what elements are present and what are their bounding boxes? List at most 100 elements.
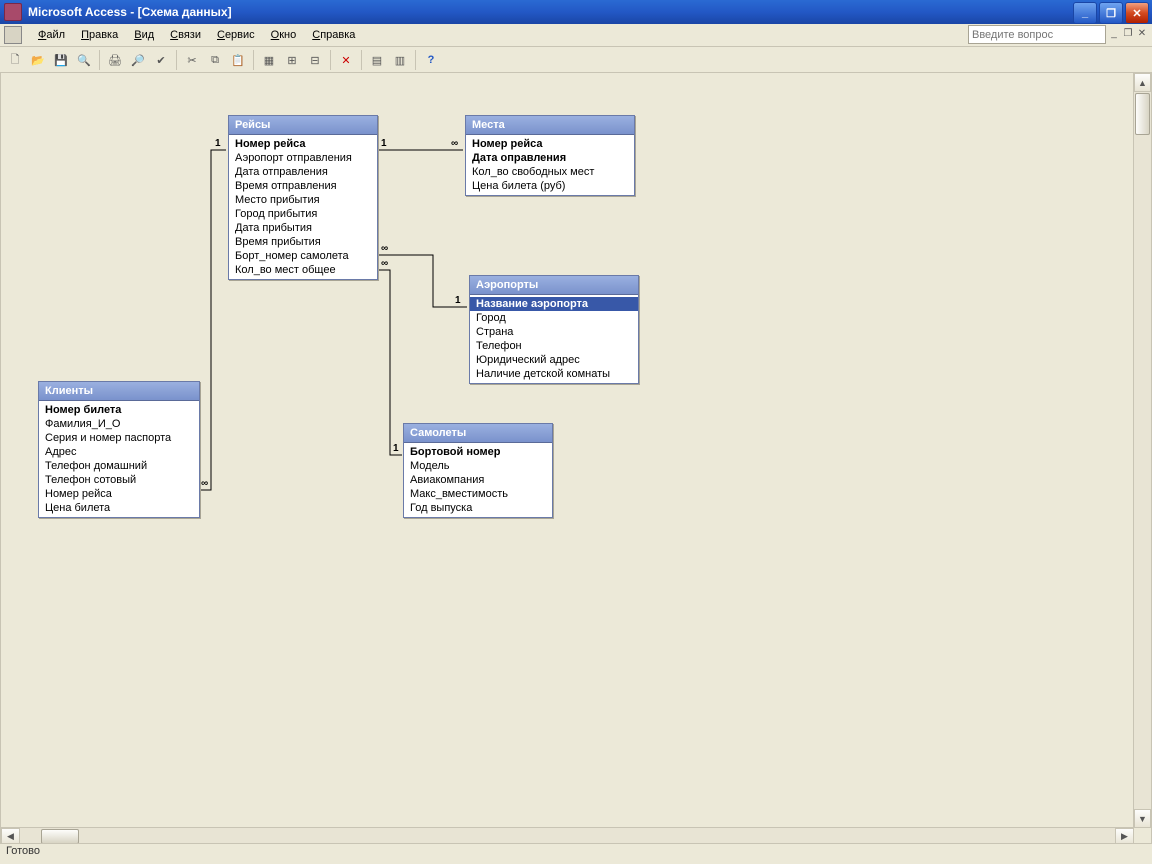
help-icon[interactable]: ? <box>420 49 442 71</box>
menu-view[interactable]: Вид <box>126 27 162 43</box>
field-row[interactable]: Борт_номер самолета <box>229 249 377 263</box>
vertical-scrollbar[interactable]: ▲ ▼ <box>1133 73 1151 828</box>
field-row[interactable]: Время прибытия <box>229 235 377 249</box>
menu-help[interactable]: Справка <box>304 27 363 43</box>
maximize-button[interactable]: ❐ <box>1099 2 1123 24</box>
field-row[interactable]: Дата оправления <box>466 151 634 165</box>
field-row[interactable]: Адрес <box>39 445 199 459</box>
field-row[interactable]: Номер рейса <box>229 137 377 151</box>
copy-icon[interactable]: ⧉ <box>204 49 226 71</box>
scroll-thumb[interactable] <box>41 829 79 844</box>
close-button[interactable]: ✕ <box>1125 2 1149 24</box>
table-clients[interactable]: Клиенты Номер билетаФамилия_И_ОСерия и н… <box>38 381 200 518</box>
table-title[interactable]: Рейсы <box>229 116 377 135</box>
menu-file[interactable]: Файл <box>30 27 73 43</box>
cardinality-label: 1 <box>381 138 387 149</box>
menubar: Файл Правка Вид Связи Сервис Окно Справк… <box>0 24 1152 47</box>
field-row[interactable]: Макс_вместимость <box>404 487 552 501</box>
field-row[interactable]: Дата прибытия <box>229 221 377 235</box>
scroll-up-arrow-icon[interactable]: ▲ <box>1134 73 1151 92</box>
show-all-icon[interactable]: ⊟ <box>304 49 326 71</box>
field-row[interactable]: Телефон <box>470 339 638 353</box>
table-title[interactable]: Клиенты <box>39 382 199 401</box>
toolbar: 🗋 📂 💾 🔍 🖨 🔎 ✔ ✂ ⧉ 📋 ▦ ⊞ ⊟ ✕ ▤ ▥ ? <box>0 47 1152 74</box>
field-row[interactable]: Телефон домашний <box>39 459 199 473</box>
table-airports[interactable]: Аэропорты Название аэропортаГородСтранаТ… <box>469 275 639 384</box>
new-object-icon[interactable]: ▥ <box>389 49 411 71</box>
delete-icon[interactable]: ✕ <box>335 49 357 71</box>
field-row[interactable]: Наличие детской комнаты <box>470 367 638 381</box>
field-row[interactable]: Город прибытия <box>229 207 377 221</box>
field-row[interactable]: Кол_во свободных мест <box>466 165 634 179</box>
field-row[interactable]: Юридический адрес <box>470 353 638 367</box>
open-icon[interactable]: 📂 <box>27 49 49 71</box>
table-title[interactable]: Аэропорты <box>470 276 638 295</box>
menu-edit-label: равка <box>89 29 118 41</box>
show-table-icon[interactable]: ▦ <box>258 49 280 71</box>
field-row[interactable]: Год выпуска <box>404 501 552 515</box>
window-title: Microsoft Access - [Схема данных] <box>28 5 232 19</box>
mdi-child-icon[interactable] <box>4 26 22 44</box>
field-row[interactable]: Авиакомпания <box>404 473 552 487</box>
table-title[interactable]: Самолеты <box>404 424 552 443</box>
field-row[interactable]: Цена билета (руб) <box>466 179 634 193</box>
field-row[interactable]: Номер рейса <box>39 487 199 501</box>
field-row[interactable]: Кол_во мест общее <box>229 263 377 277</box>
relationships-canvas-wrap: 1 ∞ ∞ 1 ∞ 1 1 ∞ Рейсы Номер рейсаАэропор… <box>0 72 1152 846</box>
menu-edit[interactable]: Правка <box>73 27 126 43</box>
scroll-down-arrow-icon[interactable]: ▼ <box>1134 809 1151 828</box>
cardinality-label: 1 <box>393 443 399 454</box>
field-row[interactable]: Серия и номер паспорта <box>39 431 199 445</box>
field-row[interactable]: Город <box>470 311 638 325</box>
table-body: Номер рейсаАэропорт отправленияДата отпр… <box>229 135 377 279</box>
ask-a-question-input[interactable] <box>968 25 1106 44</box>
table-title[interactable]: Места <box>466 116 634 135</box>
menu-window[interactable]: Окно <box>263 27 305 43</box>
search-file-icon[interactable]: 🔍 <box>73 49 95 71</box>
cut-icon[interactable]: ✂ <box>181 49 203 71</box>
new-icon[interactable]: 🗋 <box>4 49 26 71</box>
table-planes[interactable]: Самолеты Бортовой номерМодельАвиакомпани… <box>403 423 553 518</box>
menu-help-label: правка <box>320 29 355 41</box>
app-icon <box>4 3 22 21</box>
field-row[interactable]: Название аэропорта <box>470 297 638 311</box>
relationships-canvas[interactable]: 1 ∞ ∞ 1 ∞ 1 1 ∞ Рейсы Номер рейсаАэропор… <box>3 75 1133 827</box>
table-body: Номер билетаФамилия_И_ОСерия и номер пас… <box>39 401 199 517</box>
mdi-restore-button[interactable]: ❐ <box>1122 27 1134 39</box>
db-window-icon[interactable]: ▤ <box>366 49 388 71</box>
menu-relations[interactable]: Связи <box>162 27 209 43</box>
print-preview-icon[interactable]: 🔎 <box>127 49 149 71</box>
scroll-thumb[interactable] <box>1135 93 1150 135</box>
field-row[interactable]: Номер билета <box>39 403 199 417</box>
menu-service[interactable]: Сервис <box>209 27 263 43</box>
print-icon[interactable]: 🖨 <box>104 49 126 71</box>
minimize-button[interactable]: _ <box>1073 2 1097 24</box>
spellcheck-icon[interactable]: ✔ <box>150 49 172 71</box>
menu-relations-label: вязи <box>178 29 201 41</box>
field-row[interactable]: Дата отправления <box>229 165 377 179</box>
mdi-close-button[interactable]: ✕ <box>1136 27 1148 39</box>
field-row[interactable]: Время отправления <box>229 179 377 193</box>
field-row[interactable]: Страна <box>470 325 638 339</box>
menu-file-label: айл <box>46 29 65 41</box>
field-row[interactable]: Аэропорт отправления <box>229 151 377 165</box>
cardinality-label: ∞ <box>201 478 208 489</box>
cardinality-label: ∞ <box>381 243 388 254</box>
field-row[interactable]: Место прибытия <box>229 193 377 207</box>
field-row[interactable]: Телефон сотовый <box>39 473 199 487</box>
menu-service-label: ервис <box>225 29 255 41</box>
table-flights[interactable]: Рейсы Номер рейсаАэропорт отправленияДат… <box>228 115 378 280</box>
mdi-minimize-button[interactable]: _ <box>1108 27 1120 39</box>
field-row[interactable]: Бортовой номер <box>404 445 552 459</box>
field-row[interactable]: Номер рейса <box>466 137 634 151</box>
table-seats[interactable]: Места Номер рейсаДата оправленияКол_во с… <box>465 115 635 196</box>
field-row[interactable]: Цена билета <box>39 501 199 515</box>
show-direct-icon[interactable]: ⊞ <box>281 49 303 71</box>
status-text: Готово <box>6 845 40 857</box>
cardinality-label: ∞ <box>451 138 458 149</box>
field-row[interactable]: Модель <box>404 459 552 473</box>
table-body: Номер рейсаДата оправленияКол_во свободн… <box>466 135 634 195</box>
paste-icon[interactable]: 📋 <box>227 49 249 71</box>
field-row[interactable]: Фамилия_И_О <box>39 417 199 431</box>
save-icon[interactable]: 💾 <box>50 49 72 71</box>
